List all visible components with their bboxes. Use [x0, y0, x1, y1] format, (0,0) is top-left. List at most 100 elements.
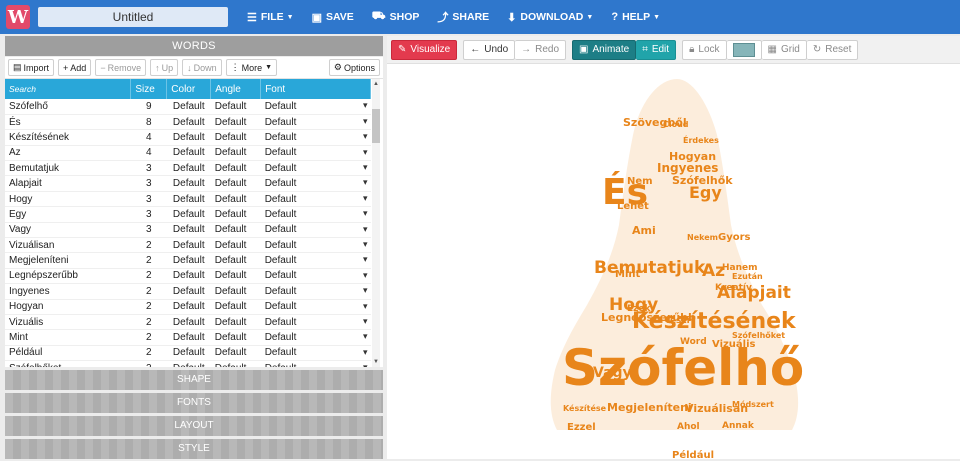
menu-save[interactable]: ▣ SAVE — [303, 0, 363, 34]
cloud-word[interactable]: Érdekes — [683, 137, 719, 145]
font-cell[interactable]: Default — [260, 206, 371, 223]
color-cell[interactable]: Default — [166, 99, 211, 115]
angle-cell[interactable]: Default — [210, 145, 261, 162]
size-cell[interactable]: 2 — [130, 237, 167, 254]
color-cell[interactable]: Default — [166, 175, 211, 192]
table-row[interactable]: Legnépszerűbb 2 Default Default Default — [5, 268, 371, 285]
size-cell[interactable]: 8 — [130, 114, 167, 131]
scroll-down-icon[interactable]: ▼ — [372, 359, 380, 365]
cloud-word[interactable]: Ezek — [627, 305, 650, 314]
table-row[interactable]: Hogyan 2 Default Default Default — [5, 299, 371, 315]
angle-cell[interactable]: Default — [210, 252, 261, 269]
document-title-input[interactable] — [38, 7, 228, 27]
column-angle[interactable]: Angle — [210, 79, 262, 99]
remove-button[interactable]: − Remove — [95, 59, 147, 76]
column-color[interactable]: Color — [166, 79, 212, 99]
size-cell[interactable]: 3 — [130, 206, 167, 223]
font-cell[interactable]: Default — [260, 314, 371, 331]
cloud-word[interactable]: Ahol — [677, 423, 700, 432]
size-cell[interactable]: 4 — [130, 145, 167, 162]
up-button[interactable]: ↑ Up — [150, 59, 179, 76]
font-cell[interactable]: Default — [260, 145, 371, 162]
size-cell[interactable]: 2 — [130, 345, 167, 362]
cloud-word[interactable]: Módszert — [732, 401, 774, 409]
cloud-word[interactable]: Vizuális — [712, 340, 756, 350]
font-cell[interactable]: Default — [260, 114, 371, 131]
color-cell[interactable]: Default — [166, 129, 211, 146]
size-cell[interactable]: 3 — [130, 160, 167, 177]
angle-cell[interactable]: Default — [210, 314, 261, 331]
size-cell[interactable]: 9 — [130, 99, 167, 115]
word-cloud-canvas[interactable]: Szófelhő Készítésének És Bemutatjuk Az Alapja… — [387, 65, 960, 461]
table-row[interactable]: Vagy 3 Default Default Default — [5, 222, 371, 239]
angle-cell[interactable]: Default — [210, 160, 261, 177]
table-row[interactable]: Vizuálisan 2 Default Default Default — [5, 237, 371, 254]
font-cell[interactable]: Default — [260, 175, 371, 192]
angle-cell[interactable]: Default — [210, 114, 261, 131]
word-cell[interactable]: Alapjait — [5, 175, 131, 192]
app-logo[interactable]: W — [6, 5, 30, 29]
table-row[interactable]: Vizuális 2 Default Default Default — [5, 314, 371, 331]
word-cell[interactable]: Az — [5, 145, 131, 162]
cloud-word[interactable]: Ami — [632, 225, 656, 236]
edit-button[interactable]: ⌗ Edit — [636, 39, 677, 60]
table-row[interactable]: Szófelhőket2DefaultDefaultDefault — [5, 360, 371, 367]
visualize-button[interactable]: ✎ Visualize — [391, 39, 458, 60]
angle-cell[interactable]: Default — [210, 283, 261, 300]
menu-file[interactable]: ☰ FILE ▼ — [238, 0, 303, 34]
word-cell[interactable]: És — [5, 114, 131, 131]
size-cell[interactable]: 4 — [130, 129, 167, 146]
size-cell[interactable]: 2 — [130, 360, 167, 367]
color-cell[interactable]: Default — [166, 268, 211, 285]
angle-cell[interactable]: Default — [210, 345, 261, 362]
font-cell[interactable]: Default — [260, 268, 371, 285]
color-cell[interactable]: Default — [166, 283, 211, 300]
section-style[interactable]: STYLE — [5, 439, 383, 459]
angle-cell[interactable]: Default — [210, 360, 261, 367]
angle-cell[interactable]: Default — [210, 329, 261, 346]
cloud-word[interactable]: Lehet — [617, 202, 649, 212]
word-cell[interactable]: Készítésének — [5, 129, 131, 146]
table-row[interactable]: Szófelhő 9 Default Default Default — [5, 99, 371, 115]
section-shape[interactable]: SHAPE — [5, 370, 383, 390]
table-row[interactable]: És 8 Default Default Default — [5, 114, 371, 131]
cloud-word[interactable]: Gyors — [718, 233, 750, 243]
word-cell[interactable]: Szófelhő — [5, 99, 131, 115]
color-swatch-button[interactable] — [726, 39, 762, 60]
undo-button[interactable]: ← Undo — [463, 39, 516, 60]
cloud-word[interactable]: Például — [672, 451, 714, 461]
cloud-word[interactable]: Szófelhőket — [732, 332, 785, 340]
table-row[interactable]: Hogy 3 Default Default Default — [5, 191, 371, 208]
word-cell[interactable]: Ingyenes — [5, 283, 131, 300]
words-panel-header[interactable]: WORDS — [5, 36, 383, 56]
angle-cell[interactable]: Default — [210, 268, 261, 285]
table-scrollbar[interactable]: ▲ ▼ — [372, 79, 380, 367]
font-cell[interactable]: Default — [260, 237, 371, 254]
table-row[interactable]: Egy 3 Default Default Default — [5, 206, 371, 223]
section-fonts[interactable]: FONTS — [5, 393, 383, 413]
size-cell[interactable]: 2 — [130, 252, 167, 269]
table-row[interactable]: Az 4 Default Default Default — [5, 145, 371, 162]
font-cell[interactable]: Default — [260, 160, 371, 177]
word-cell[interactable]: Legnépszerűbb — [5, 268, 131, 285]
table-row[interactable]: Alapjait 3 Default Default Default — [5, 175, 371, 192]
cloud-word[interactable]: Egy — [689, 185, 722, 201]
size-cell[interactable]: 2 — [130, 314, 167, 331]
table-row[interactable]: Ingyenes 2 Default Default Default — [5, 283, 371, 300]
font-cell[interactable]: Default — [260, 360, 371, 367]
color-cell[interactable]: Default — [166, 252, 211, 269]
menu-download[interactable]: ⬇ DOWNLOAD ▼ — [498, 0, 602, 34]
scrollbar-thumb[interactable] — [372, 109, 380, 143]
color-cell[interactable]: Default — [166, 329, 211, 346]
word-cell[interactable]: Megjeleníteni — [5, 252, 131, 269]
size-cell[interactable]: 2 — [130, 299, 167, 315]
color-cell[interactable]: Default — [166, 345, 211, 362]
redo-button[interactable]: → Redo — [515, 39, 567, 60]
column-font[interactable]: Font — [260, 79, 371, 99]
options-button[interactable]: ⚙ Options — [328, 59, 380, 76]
cloud-word[interactable]: Mint — [615, 270, 640, 280]
angle-cell[interactable]: Default — [210, 129, 261, 146]
down-button[interactable]: ↓ Down — [182, 59, 222, 76]
cloud-word[interactable]: Word — [680, 338, 707, 347]
word-cell[interactable]: Bemutatjuk — [5, 160, 131, 177]
